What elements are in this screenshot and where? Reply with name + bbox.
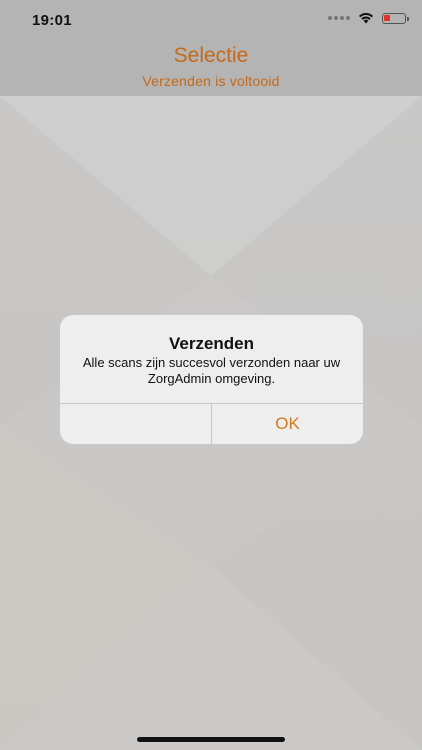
navigation-header: 19:01 Selectie Verzenden is voltooid xyxy=(0,0,422,96)
alert-left-button[interactable] xyxy=(60,404,211,444)
battery-low-icon xyxy=(382,12,409,24)
app-screen: 19:01 Selectie Verzenden is voltooid Ver… xyxy=(0,0,422,750)
status-icons xyxy=(328,12,409,24)
alert-message: Alle scans zijn succesvol verzonden naar… xyxy=(82,355,341,386)
alert-title: Verzenden xyxy=(168,334,255,353)
home-indicator[interactable] xyxy=(137,737,285,742)
alert-dialog: Verzenden Alle scans zijn succesvol verz… xyxy=(60,315,363,444)
status-time: 19:01 xyxy=(32,12,72,29)
ok-button[interactable]: OK xyxy=(212,404,363,444)
status-bar: 19:01 xyxy=(0,0,422,40)
signal-dots-icon xyxy=(328,16,350,20)
wifi-icon xyxy=(359,13,373,24)
page-subtitle: Verzenden is voltooid xyxy=(142,73,280,89)
page-title: Selectie xyxy=(173,44,249,67)
